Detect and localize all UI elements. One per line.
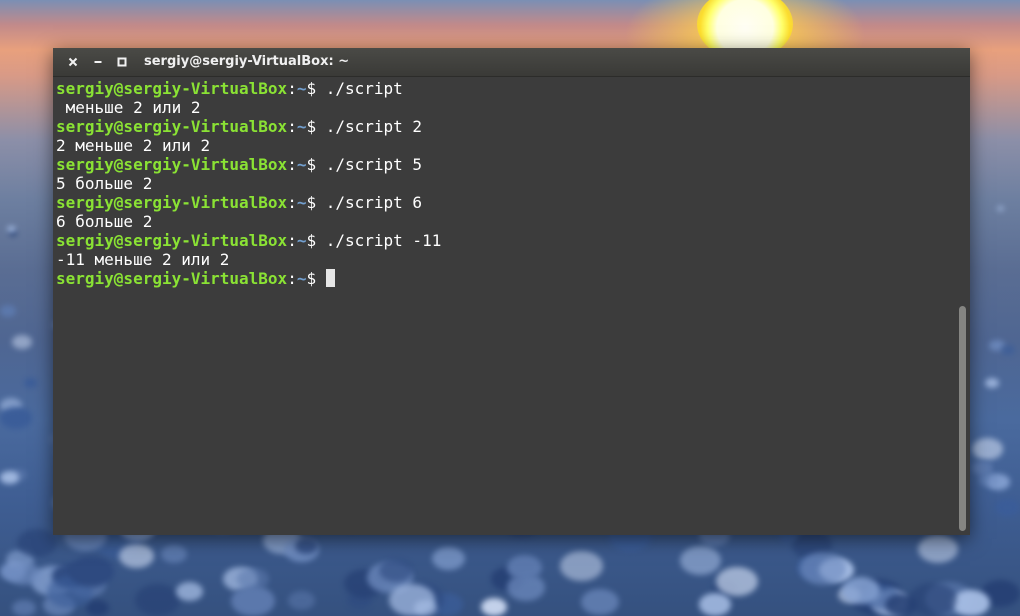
output-line: меньше 2 или 2	[56, 98, 201, 117]
prompt-user: sergiy@sergiy-VirtualBox	[56, 269, 288, 288]
pebble	[161, 545, 187, 564]
pebble	[388, 583, 435, 616]
output-line: 5 больше 2	[56, 174, 153, 193]
pebble	[69, 556, 114, 588]
pebble	[580, 588, 619, 616]
scrollbar-thumb[interactable]	[959, 306, 966, 531]
scrollbar[interactable]	[957, 78, 968, 533]
prompt-dollar: $	[306, 79, 326, 98]
command-text: ./script 6	[325, 193, 423, 212]
prompt-dollar: $	[306, 193, 326, 212]
pebble	[0, 305, 17, 317]
minimize-icon[interactable]	[90, 54, 106, 70]
pebble	[481, 597, 508, 616]
pebble	[506, 554, 543, 580]
pebble	[231, 585, 275, 616]
prompt-line: sergiy@sergiy-VirtualBox:~$	[56, 269, 956, 288]
prompt-user: sergiy@sergiy-VirtualBox	[56, 231, 288, 250]
command-text: ./script 5	[325, 155, 423, 174]
pebble	[841, 576, 880, 604]
prompt-colon: :	[287, 269, 297, 288]
command-text: ./script	[325, 79, 403, 98]
prompt-dollar: $	[306, 231, 326, 250]
pebble	[0, 470, 19, 484]
prompt-colon: :	[287, 117, 297, 136]
pebble	[1000, 345, 1015, 356]
prompt-user: sergiy@sergiy-VirtualBox	[56, 193, 288, 212]
pebble	[431, 547, 465, 571]
prompt-user: sergiy@sergiy-VirtualBox	[56, 117, 288, 136]
prompt-colon: :	[287, 231, 297, 250]
terminal-window[interactable]: sergiy@sergiy-VirtualBox: ~ sergiy@sergi…	[53, 48, 970, 535]
output-line: 6 больше 2	[56, 212, 153, 231]
prompt-line: sergiy@sergiy-VirtualBox:~$ ./script	[56, 79, 956, 98]
prompt-colon: :	[287, 155, 297, 174]
pebble	[679, 545, 722, 575]
pebble	[971, 438, 1004, 461]
prompt-dollar: $	[306, 269, 326, 288]
pebble	[698, 593, 732, 616]
pebble	[288, 590, 315, 610]
command-text: ./script 2	[325, 117, 423, 136]
pebble	[294, 537, 318, 554]
pebble	[0, 406, 32, 430]
terminal-output[interactable]: sergiy@sergiy-VirtualBox:~$ ./script мен…	[56, 79, 956, 531]
pebble	[6, 561, 41, 586]
pebble	[952, 589, 990, 616]
pebble	[119, 543, 154, 568]
prompt-line: sergiy@sergiy-VirtualBox:~$ ./script 5	[56, 155, 956, 174]
pebble	[176, 582, 204, 602]
output-line: -11 меньше 2 или 2	[56, 250, 230, 269]
pebble	[86, 600, 110, 616]
pebble	[23, 378, 38, 389]
pebble	[716, 566, 758, 596]
prompt-colon: :	[287, 79, 297, 98]
text-cursor	[325, 269, 335, 287]
pebble	[996, 206, 1004, 211]
window-title: sergiy@sergiy-VirtualBox: ~	[144, 54, 350, 69]
prompt-line: sergiy@sergiy-VirtualBox:~$ ./script 6	[56, 193, 956, 212]
pebble	[994, 498, 1020, 517]
pebble	[909, 582, 958, 616]
prompt-dollar: $	[306, 155, 326, 174]
pebble	[11, 334, 32, 349]
pebble	[379, 558, 413, 583]
pebble	[134, 584, 180, 616]
prompt-colon: :	[287, 193, 297, 212]
prompt-line: sergiy@sergiy-VirtualBox:~$ ./script 2	[56, 117, 956, 136]
title-bar[interactable]: sergiy@sergiy-VirtualBox: ~	[53, 48, 970, 77]
pebble	[17, 529, 57, 557]
pebble	[984, 377, 1000, 388]
output-line: 2 меньше 2 или 2	[56, 136, 211, 155]
prompt-dollar: $	[306, 117, 326, 136]
maximize-icon[interactable]	[114, 54, 130, 70]
prompt-user: sergiy@sergiy-VirtualBox	[56, 155, 288, 174]
prompt-user: sergiy@sergiy-VirtualBox	[56, 79, 288, 98]
command-text: ./script -11	[325, 231, 442, 250]
prompt-line: sergiy@sergiy-VirtualBox:~$ ./script -11	[56, 231, 956, 250]
pebble	[918, 534, 959, 563]
pebble	[12, 599, 36, 616]
pebble	[560, 551, 603, 581]
pebble	[799, 552, 846, 585]
pebble	[978, 473, 999, 487]
close-icon[interactable]	[65, 54, 81, 70]
